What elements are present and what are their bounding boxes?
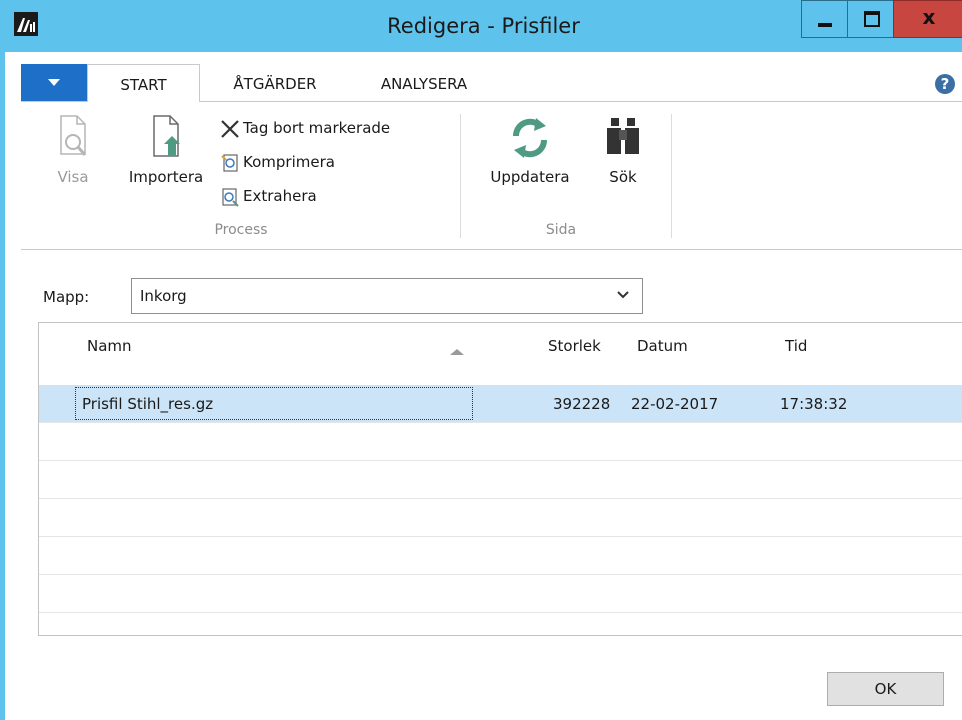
folder-select-value: Inkorg [140, 287, 187, 305]
import-button[interactable]: Importera [117, 114, 215, 186]
search-button[interactable]: Sök [597, 114, 649, 186]
file-date-cell: 22-02-2017 [631, 395, 719, 413]
ribbon-tab-bar: START ÅTGÄRDER ANALYSERA [21, 64, 962, 103]
ribbon-group-divider [460, 114, 461, 238]
refresh-icon [512, 118, 548, 158]
minimize-icon [818, 23, 832, 27]
file-list[interactable]: Namn Storlek Datum Tid Prisfil Stihl_res… [38, 322, 962, 636]
view-button[interactable]: Visa [47, 114, 99, 186]
column-header-name[interactable]: Namn [87, 337, 132, 355]
import-button-label: Importera [128, 168, 204, 186]
delete-icon [221, 119, 239, 138]
folder-select[interactable]: Inkorg [131, 278, 643, 314]
empty-row [39, 575, 962, 613]
minimize-button[interactable] [801, 0, 848, 38]
file-name-cell[interactable]: Prisfil Stihl_res.gz [75, 387, 473, 420]
ok-button[interactable]: OK [827, 672, 944, 706]
tab-analysera[interactable]: ANALYSERA [364, 64, 484, 102]
empty-row [39, 461, 962, 499]
file-time-cell: 17:38:32 [780, 395, 848, 413]
chevron-down-icon [617, 291, 629, 299]
extract-button[interactable]: Extrahera [219, 182, 317, 210]
ribbon-group-label-sida: Sida [545, 222, 577, 238]
column-header-date[interactable]: Datum [637, 337, 688, 355]
delete-selected-button[interactable]: Tag bort markerade [219, 114, 390, 142]
binoculars-icon [607, 118, 639, 154]
compress-button[interactable]: Komprimera [219, 148, 335, 176]
maximize-button[interactable] [847, 0, 894, 38]
refresh-button-label: Uppdatera [490, 168, 570, 186]
tab-atgarder[interactable]: ÅTGÄRDER [214, 64, 336, 102]
ribbon-group-label-process: Process [214, 222, 268, 238]
title-bar[interactable]: Redigera - Prisfiler x [0, 0, 962, 52]
ribbon-group-divider [671, 114, 672, 238]
column-header-size[interactable]: Storlek [548, 337, 601, 355]
tab-start[interactable]: START [87, 64, 200, 103]
ribbon: Visa Importera Tag bort markerade Kompri… [21, 102, 962, 250]
maximize-icon [864, 11, 880, 27]
close-button[interactable]: x [893, 0, 962, 38]
table-row[interactable]: Prisfil Stihl_res.gz 392228 22-02-2017 1… [39, 385, 962, 423]
folder-label: Mapp: [43, 288, 90, 306]
application-menu-button[interactable] [21, 64, 87, 101]
chevron-down-icon [48, 79, 60, 86]
sort-ascending-icon [450, 349, 464, 355]
view-icon [60, 115, 87, 156]
extract-label: Extrahera [243, 187, 317, 205]
refresh-button[interactable]: Uppdatera [477, 114, 583, 186]
delete-selected-label: Tag bort markerade [243, 119, 391, 137]
column-header-time[interactable]: Tid [785, 337, 807, 355]
close-icon: x [922, 5, 936, 29]
import-icon [153, 115, 180, 157]
compress-icon [221, 153, 238, 172]
file-size-cell: 392228 [553, 395, 611, 413]
extract-icon [222, 187, 239, 207]
help-icon[interactable]: ? [935, 74, 955, 94]
dialog-window: Redigera - Prisfiler x START ÅTGÄRDER AN… [0, 0, 962, 720]
empty-row [39, 499, 962, 537]
search-button-label: Sök [609, 168, 637, 186]
empty-row [39, 537, 962, 575]
empty-row [39, 423, 962, 461]
compress-label: Komprimera [243, 153, 335, 171]
view-button-label: Visa [57, 168, 89, 186]
